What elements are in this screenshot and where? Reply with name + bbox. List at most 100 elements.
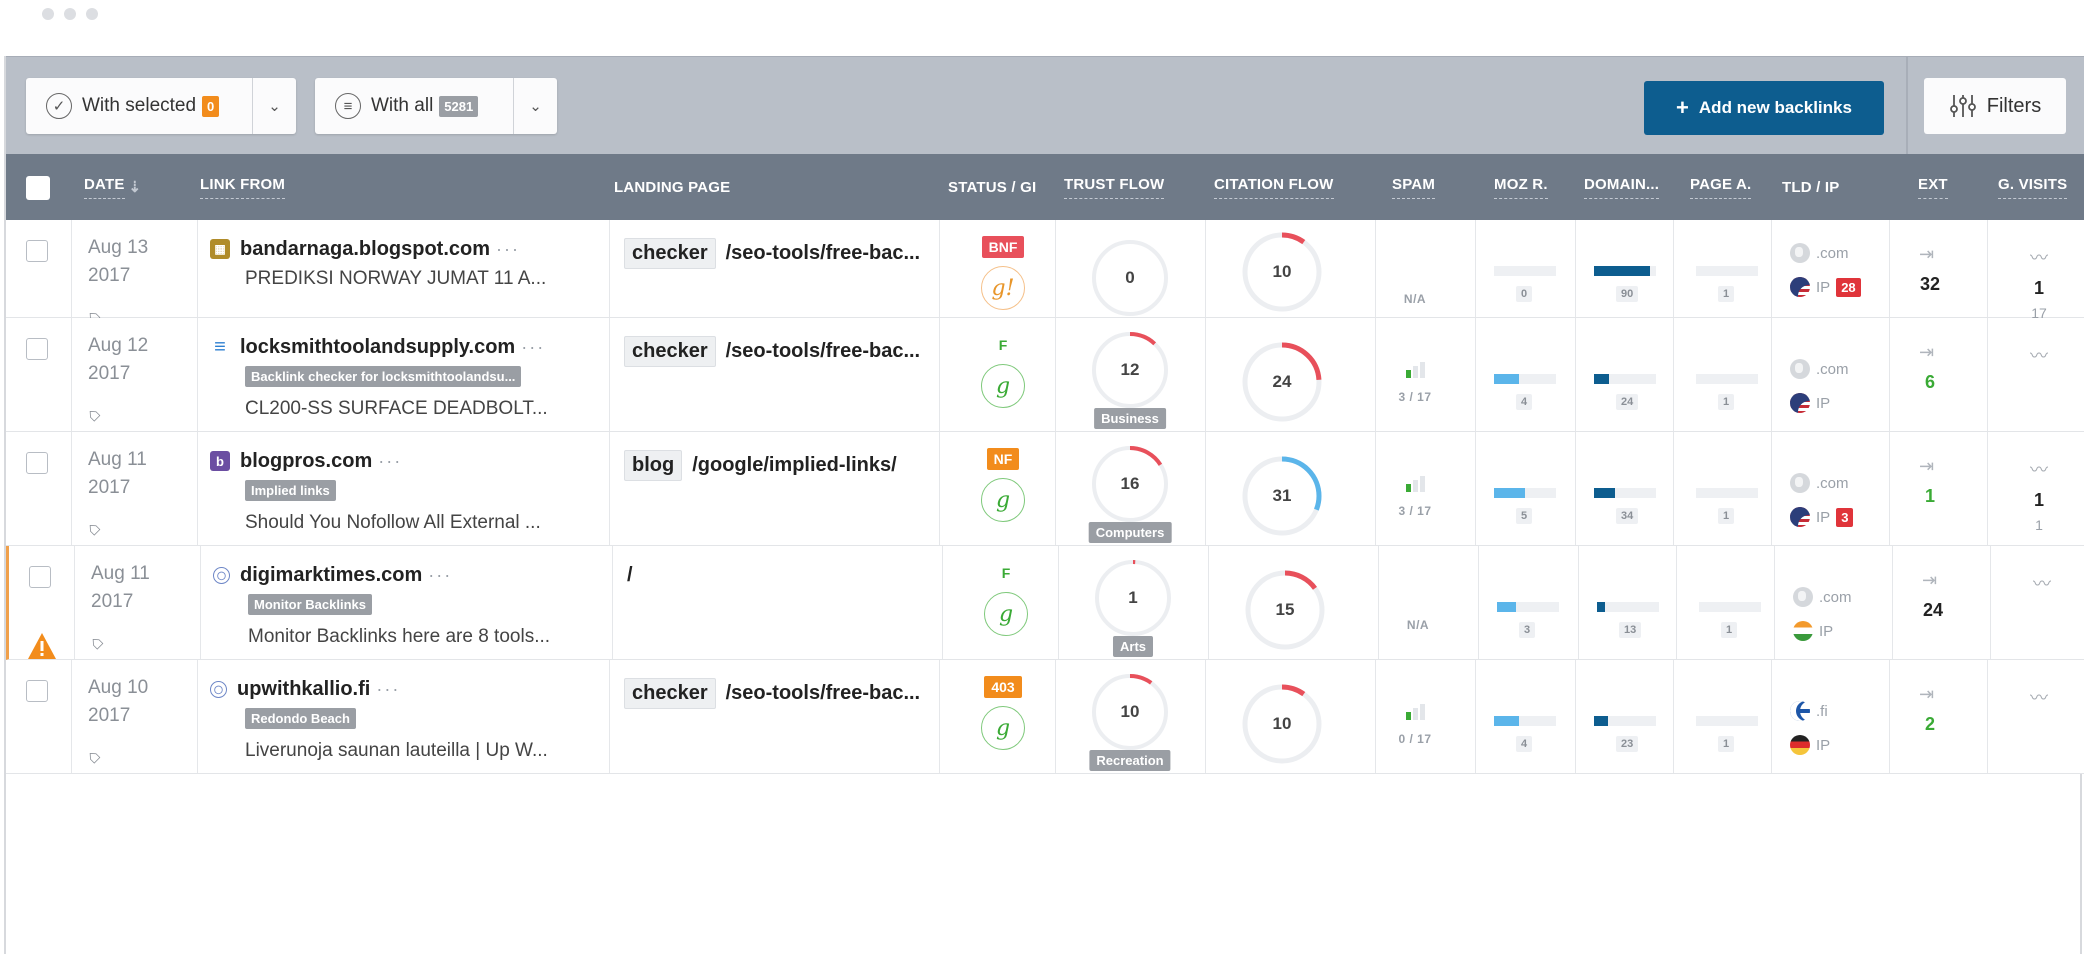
g-visits-count: 1 — [2033, 490, 2044, 510]
col-page-authority[interactable]: PAGE A. — [1690, 154, 1752, 220]
source-domain-name[interactable]: upwithkallio.fi — [237, 678, 370, 701]
row-checkbox[interactable] — [26, 452, 48, 474]
source-domain-name[interactable]: locksmithtoolandsupply.com — [240, 336, 515, 359]
tld-text: .com — [1816, 244, 1849, 262]
source-domain-name[interactable]: bandarnaga.blogspot.com — [240, 238, 490, 261]
ip-line: IP — [1790, 734, 1830, 756]
col-moz-rank[interactable]: MOZ R. — [1494, 154, 1548, 220]
tld-ip-cell: .com IP — [1790, 358, 1849, 414]
source-domain[interactable]: ≡ locksmithtoolandsupply.com ··· — [210, 332, 590, 362]
column-divider — [1987, 432, 1988, 545]
tag-icon[interactable]: ⌂ — [82, 517, 106, 541]
spam-bar — [1405, 370, 1411, 378]
external-link-icon[interactable]: ⇥ — [1919, 342, 1941, 364]
status-cell: BNF g! — [970, 236, 1036, 310]
landing-page-cell[interactable]: checker/seo-tools/free-bac... — [624, 238, 920, 269]
column-divider — [1575, 660, 1576, 773]
status-badge: NF — [986, 448, 1020, 470]
col-trust-flow[interactable]: TRUST FLOW — [1064, 154, 1165, 220]
moz-rank-bar — [1497, 602, 1559, 612]
col-tld-ip: TLD / IP — [1782, 154, 1839, 220]
filters-button[interactable]: Filters — [1924, 78, 2066, 134]
globe-icon — [1793, 587, 1813, 607]
row-checkbox[interactable] — [29, 566, 51, 588]
us-flag-icon — [1790, 393, 1810, 413]
col-link-from[interactable]: LINK FROM — [200, 154, 286, 220]
more-options-icon[interactable]: ··· — [428, 565, 452, 586]
citation-flow-gauge: 10 — [1240, 230, 1324, 314]
google-index-icon: g — [981, 706, 1025, 750]
select-all-checkbox[interactable] — [26, 176, 50, 200]
source-domain[interactable]: b blogpros.com ··· — [210, 446, 590, 476]
activity-icon[interactable]: 〰 — [2030, 342, 2048, 368]
external-link-icon[interactable]: ⇥ — [1922, 570, 1944, 592]
ext-cell: ⇥ 2 — [1890, 684, 1970, 735]
ext-cell: ⇥ 24 — [1893, 570, 1973, 621]
citation-flow-gauge: 15 — [1243, 568, 1327, 652]
window-dot-icon[interactable] — [86, 8, 98, 20]
column-divider — [1055, 432, 1056, 545]
activity-icon[interactable]: 〰 — [2030, 244, 2048, 270]
landing-page-cell[interactable]: / — [627, 564, 633, 587]
row-checkbox[interactable] — [26, 338, 48, 360]
row-checkbox[interactable] — [26, 680, 48, 702]
source-domain[interactable]: ◯ upwithkallio.fi ··· — [210, 674, 590, 704]
more-options-icon[interactable]: ··· — [378, 451, 402, 472]
col-domain-authority[interactable]: DOMAIN... — [1584, 154, 1660, 220]
warning-icon — [27, 632, 57, 662]
external-link-icon[interactable]: ⇥ — [1919, 684, 1941, 706]
domain-authority-bar-fill — [1594, 716, 1609, 726]
source-domain-name[interactable]: digimarktimes.com — [240, 564, 422, 587]
g-visits-cell: 〰 1 1 — [1996, 456, 2082, 533]
google-index-icon: g — [984, 592, 1028, 636]
date-cell: Aug 10 2017 — [88, 674, 148, 730]
status-cell: 403 g — [970, 676, 1036, 750]
col-landing-page-label: LANDING PAGE — [614, 178, 731, 196]
activity-icon[interactable]: 〰 — [2030, 684, 2048, 710]
row-checkbox[interactable] — [26, 240, 48, 262]
more-options-icon[interactable]: ··· — [521, 337, 545, 358]
add-backlinks-button[interactable]: + Add new backlinks — [1644, 81, 1884, 135]
domain-authority-value: 24 — [1616, 394, 1639, 410]
column-divider — [1771, 318, 1772, 431]
landing-page-cell[interactable]: checker/seo-tools/free-bac... — [624, 678, 920, 709]
col-date[interactable]: DATE ⇣ — [84, 154, 141, 220]
col-citation-flow-label: CITATION FLOW — [1214, 176, 1334, 199]
external-link-icon[interactable]: ⇥ — [1919, 456, 1941, 478]
with-selected-button[interactable]: ✓ With selected 0 ⌄ — [26, 78, 296, 134]
more-options-icon[interactable]: ··· — [376, 679, 400, 700]
col-ext[interactable]: EXT — [1918, 154, 1948, 220]
activity-icon[interactable]: 〰 — [2033, 570, 2051, 596]
tag-icon[interactable]: ⌂ — [85, 631, 109, 655]
col-g-visits[interactable]: G. VISITS — [1998, 154, 2068, 220]
column-divider — [1205, 220, 1206, 317]
activity-icon[interactable]: 〰 — [2030, 456, 2048, 482]
landing-page-cell[interactable]: checker/seo-tools/free-bac... — [624, 336, 920, 367]
col-spam[interactable]: SPAM — [1392, 154, 1436, 220]
window-dot-icon[interactable] — [64, 8, 76, 20]
status-cell: Fg — [973, 562, 1039, 636]
tag-icon[interactable]: ⌂ — [82, 745, 106, 769]
source-domain-name[interactable]: blogpros.com — [240, 450, 372, 473]
domain-authority-value: 13 — [1619, 622, 1642, 638]
col-citation-flow[interactable]: CITATION FLOW — [1214, 154, 1334, 220]
tag-icon[interactable]: ⌂ — [82, 403, 106, 427]
with-all-button[interactable]: ≡ With all 5281 ⌄ — [315, 78, 557, 134]
window-dot-icon[interactable] — [42, 8, 54, 20]
date-month-day: Aug 10 — [88, 677, 149, 698]
chevron-down-icon[interactable]: ⌄ — [513, 78, 557, 134]
chevron-down-icon[interactable]: ⌄ — [252, 78, 296, 134]
column-divider — [1205, 660, 1206, 773]
column-divider — [1774, 546, 1775, 659]
landing-page-cell[interactable]: blog/google/implied-links/ — [624, 450, 897, 481]
landing-page-path: /seo-tools/free-bac... — [725, 682, 921, 704]
citation-flow-value: 15 — [1275, 600, 1295, 619]
tld-ip-cell: .fi IP — [1790, 700, 1830, 756]
column-divider — [1990, 546, 1991, 659]
source-domain[interactable]: ◯ digimarktimes.com ··· — [213, 560, 593, 590]
more-options-icon[interactable]: ··· — [496, 239, 520, 260]
anchor-badge: Implied links — [245, 480, 336, 501]
external-link-icon[interactable]: ⇥ — [1919, 244, 1941, 266]
source-domain[interactable]: ▦ bandarnaga.blogspot.com ··· — [210, 234, 590, 264]
moz-rank-bar — [1494, 374, 1556, 384]
